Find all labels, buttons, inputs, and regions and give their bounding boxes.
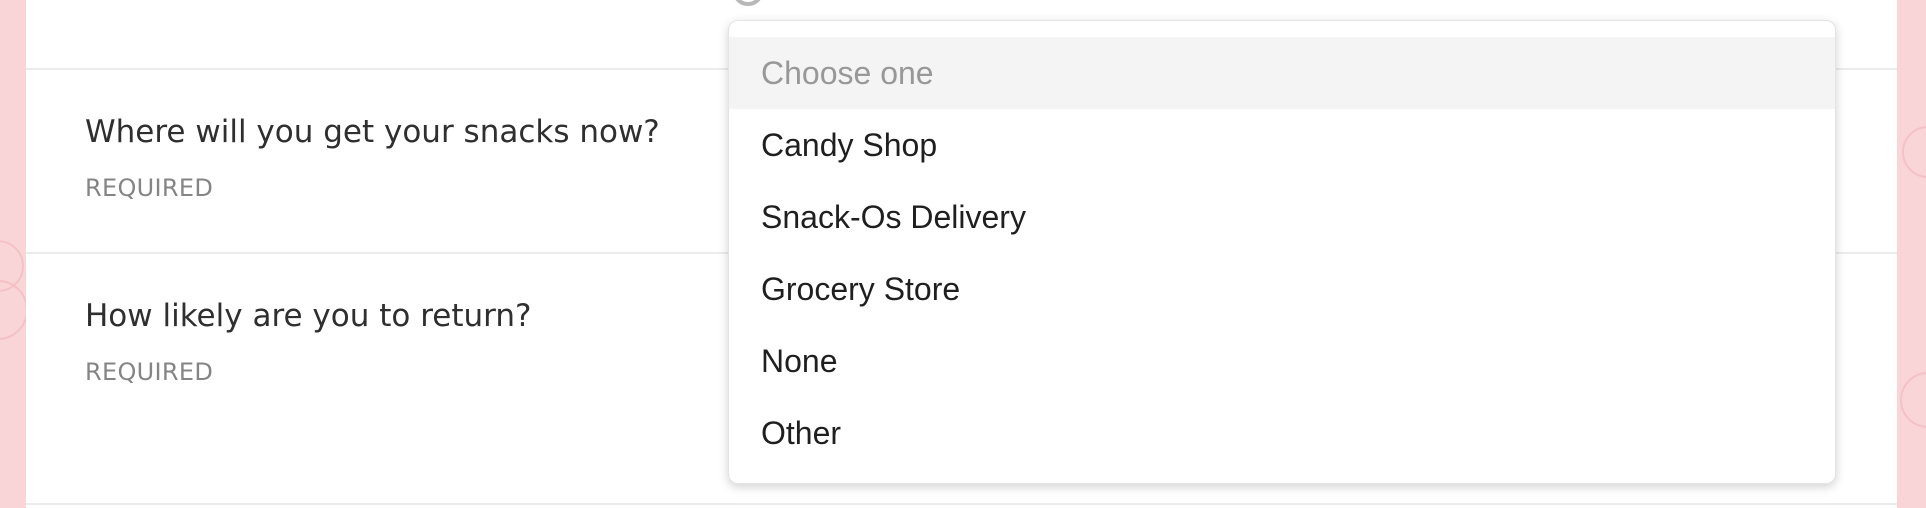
dropdown-option-candy-shop[interactable]: Candy Shop (729, 109, 1835, 181)
dropdown-option-none[interactable]: None (729, 325, 1835, 397)
question-snacks-required-label: REQUIRED (85, 174, 214, 202)
dropdown-option-snack-os-delivery[interactable]: Snack-Os Delivery (729, 181, 1835, 253)
question-return-label: How likely are you to return? (85, 298, 532, 334)
dropdown-option-grocery-store[interactable]: Grocery Store (729, 253, 1835, 325)
question-snacks-label: Where will you get your snacks now? (85, 114, 660, 150)
background-decoration (1900, 372, 1926, 428)
previous-option-fragment (810, 0, 850, 6)
background-decoration (1902, 126, 1926, 178)
previous-radio-button[interactable] (732, 0, 764, 6)
dropdown-placeholder[interactable]: Choose one (729, 37, 1835, 109)
section-divider (26, 503, 1897, 505)
snack-source-dropdown[interactable]: Choose one Candy Shop Snack-Os Delivery … (728, 20, 1836, 484)
dropdown-option-other[interactable]: Other (729, 397, 1835, 469)
background-decoration (0, 280, 28, 340)
question-return-required-label: REQUIRED (85, 358, 214, 386)
